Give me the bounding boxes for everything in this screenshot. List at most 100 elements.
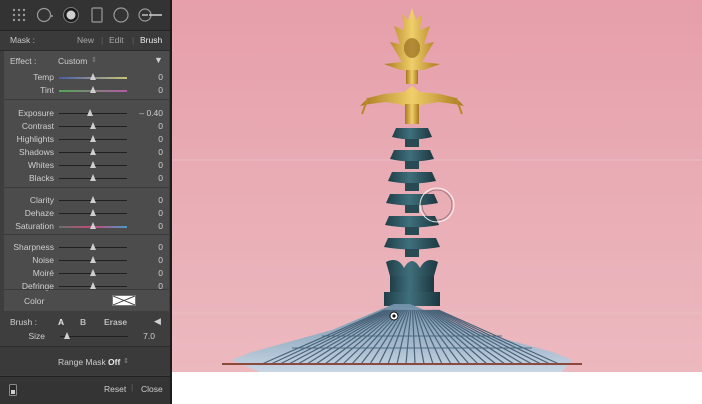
spire-column	[405, 249, 419, 257]
slider-whites[interactable]: Whites 0	[4, 159, 169, 171]
slider-highlights[interactable]: Highlights 0	[4, 133, 169, 145]
slider-highlights-value: 0	[158, 134, 163, 144]
slider-exposure-value: – 0.40	[139, 108, 163, 118]
panel-footer: Reset | Close	[0, 376, 170, 404]
slider-highlights-thumb[interactable]	[90, 135, 96, 142]
slider-tint-thumb[interactable]	[90, 86, 96, 93]
slider-saturation-thumb[interactable]	[90, 222, 96, 229]
slider-temp-value: 0	[158, 72, 163, 82]
brush-erase-button[interactable]: Erase	[104, 317, 127, 327]
spire-ring	[390, 150, 434, 162]
slider-dehaze[interactable]: Dehaze 0	[4, 207, 169, 219]
spire-column	[405, 205, 419, 213]
slider-blacks[interactable]: Blacks 0	[4, 172, 169, 184]
graduated-filter-icon[interactable]	[88, 6, 106, 24]
mask-bar: Mask : New | Edit | Brush	[0, 31, 170, 51]
slider-saturation-value: 0	[158, 221, 163, 231]
mask-edit-button[interactable]: Edit	[109, 35, 124, 45]
slider-sharpness-label: Sharpness	[13, 242, 54, 252]
slider-shadows-thumb[interactable]	[90, 148, 96, 155]
slider-contrast-value: 0	[158, 121, 163, 131]
spire-ring	[386, 194, 438, 206]
size-thumb[interactable]	[63, 332, 70, 339]
slider-contrast[interactable]: Contrast 0	[4, 120, 169, 132]
group-divider	[4, 289, 169, 290]
radial-filter-icon[interactable]	[36, 6, 54, 24]
slider-moire[interactable]: Moiré 0	[4, 267, 169, 279]
slider-defringe-thumb[interactable]	[90, 282, 96, 289]
slider-temp-label: Temp	[33, 72, 54, 82]
effect-preset-select[interactable]: Custom	[58, 56, 87, 66]
slider-tint-value: 0	[158, 85, 163, 95]
mask-new-button[interactable]: New	[77, 35, 94, 45]
slider-saturation-label: Saturation	[15, 221, 54, 231]
slider-defringe[interactable]: Defringe 0	[4, 280, 169, 292]
spot-removal-icon[interactable]	[62, 6, 80, 24]
size-value: 7.0	[143, 331, 155, 341]
slider-sharpness-thumb[interactable]	[90, 243, 96, 250]
slider-whites-value: 0	[158, 160, 163, 170]
brush-size-slider[interactable]: Size 7.0	[0, 330, 165, 342]
slider-shadows[interactable]: Shadows 0	[4, 146, 169, 158]
effect-label: Effect :	[10, 56, 37, 66]
triangle-down-icon[interactable]: ▼	[154, 55, 163, 65]
slider-exposure-label: Exposure	[18, 108, 54, 118]
group-divider	[4, 187, 169, 188]
brush-b-button[interactable]: B	[80, 317, 86, 327]
slider-clarity-label: Clarity	[29, 195, 54, 205]
brush-a-button[interactable]: A	[58, 317, 64, 327]
spire-column	[405, 139, 419, 147]
slider-sharpness[interactable]: Sharpness 0	[4, 241, 169, 253]
slider-blacks-thumb[interactable]	[90, 174, 96, 181]
spire-ring	[385, 216, 439, 228]
slider-temp[interactable]: Temp 0	[4, 71, 169, 83]
slider-exposure-track[interactable]	[59, 113, 127, 114]
slider-contrast-thumb[interactable]	[90, 122, 96, 129]
spire-ring	[388, 172, 436, 184]
mask-separator: |	[132, 35, 135, 45]
slider-exposure-thumb[interactable]	[86, 109, 93, 116]
range-mask-select[interactable]: Off	[108, 357, 120, 367]
slider-dehaze-thumb[interactable]	[90, 209, 96, 216]
brush-pin[interactable]	[389, 311, 399, 321]
slider-moire-value: 0	[158, 268, 163, 278]
slider-tint[interactable]: Tint 0	[4, 84, 169, 96]
size-track[interactable]	[60, 336, 128, 337]
spire-base	[384, 260, 440, 306]
slider-sharpness-value: 0	[158, 242, 163, 252]
slider-saturation[interactable]: Saturation 0	[4, 220, 169, 232]
slider-blacks-label: Blacks	[28, 173, 54, 183]
close-button[interactable]: Close	[141, 384, 163, 394]
effect-panel-body: Effect : Custom ⇕ ▼ Temp 0 Tint 0 Exposure – …	[4, 51, 169, 311]
slider-shadows-label: Shadows	[19, 147, 54, 157]
slider-whites-thumb[interactable]	[90, 161, 96, 168]
slider-clarity[interactable]: Clarity 0	[4, 194, 169, 206]
slider-exposure[interactable]: Exposure – 0.40	[4, 107, 169, 119]
grid-tool-icon[interactable]	[10, 6, 28, 24]
reset-button[interactable]: Reset	[104, 384, 126, 394]
mask-brush-button[interactable]: Brush	[140, 35, 162, 45]
slider-moire-label: Moiré	[32, 268, 54, 278]
effect-row: Effect : Custom ⇕ ▼	[4, 55, 169, 67]
spire-column	[405, 161, 419, 169]
adjustment-brush-icon[interactable]	[138, 6, 164, 24]
mask-toggle-icon[interactable]	[9, 384, 17, 396]
spire-ring	[384, 238, 440, 250]
mask-separator: |	[101, 35, 104, 45]
slider-dehaze-label: Dehaze	[24, 208, 54, 218]
range-mask-bar: Range Mask : Off ⇕	[0, 346, 170, 375]
slider-noise-value: 0	[158, 255, 163, 265]
slider-dehaze-value: 0	[158, 208, 163, 218]
slider-contrast-label: Contrast	[21, 121, 54, 131]
slider-clarity-thumb[interactable]	[90, 196, 96, 203]
range-mask-label: Range Mask :	[58, 357, 111, 367]
triangle-left-icon[interactable]: ◀	[154, 316, 161, 327]
slider-moire-thumb[interactable]	[90, 269, 96, 276]
no-color-swatch-icon[interactable]	[112, 295, 136, 306]
red-eye-icon[interactable]	[112, 6, 130, 24]
slider-noise[interactable]: Noise 0	[4, 254, 169, 266]
group-divider	[4, 99, 169, 100]
slider-noise-thumb[interactable]	[90, 256, 96, 263]
slider-temp-thumb[interactable]	[90, 73, 96, 80]
photo-canvas[interactable]	[172, 0, 702, 372]
